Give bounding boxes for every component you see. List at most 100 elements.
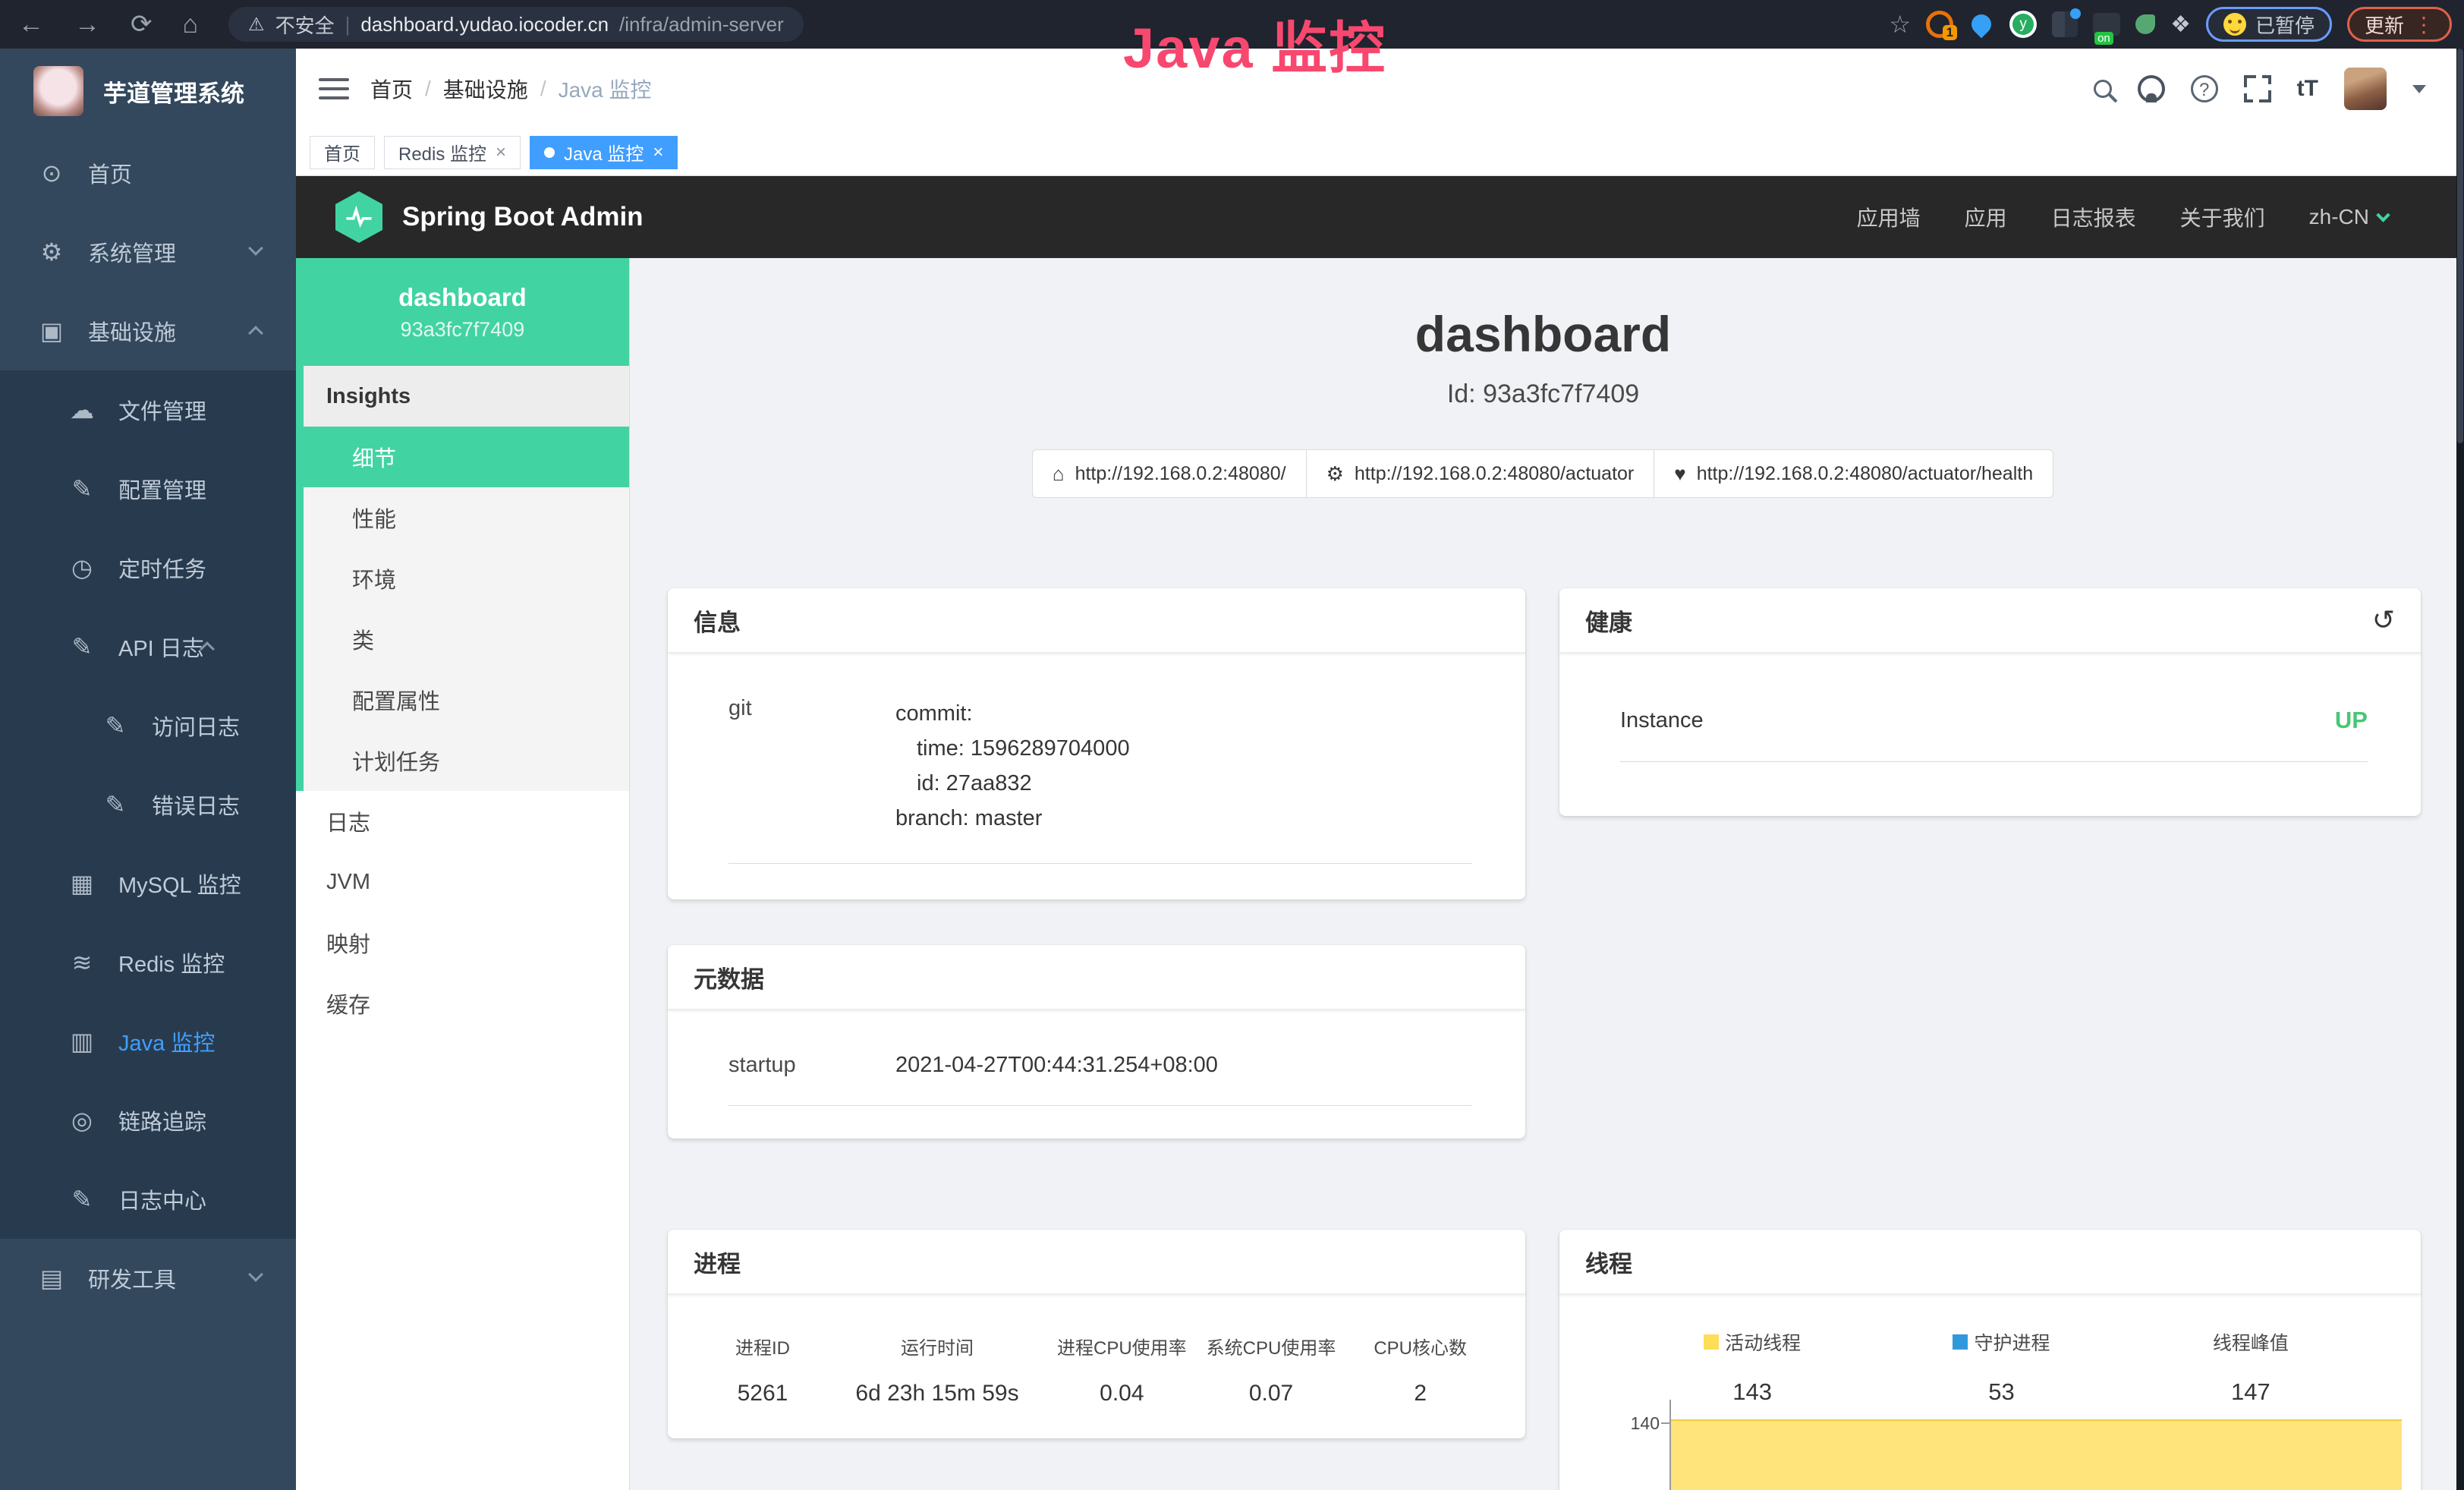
sidebar-item-java-monitor[interactable]: ▥ Java 监控: [0, 1002, 296, 1081]
sba-menu-environment[interactable]: 环境: [304, 548, 629, 609]
threads-area-chart: 140 120 100: [1559, 1400, 2402, 1490]
app-title: 芋道管理系统: [103, 74, 244, 109]
wrench-icon: ⚙: [1326, 462, 1344, 486]
health-url-button[interactable]: ♥ http://192.168.0.2:48080/actuator/heal…: [1654, 449, 2053, 498]
sba-menu-logs[interactable]: 日志: [296, 791, 629, 852]
sidebar-item-redis-monitor[interactable]: ≋ Redis 监控: [0, 923, 296, 1002]
font-size-icon[interactable]: tT: [2297, 76, 2318, 102]
ext-badge: 1: [1943, 25, 1957, 40]
sidebar-item-error-logs[interactable]: ✎ 错误日志: [0, 765, 296, 844]
profile-paused-chip[interactable]: 已暂停: [2206, 7, 2332, 42]
info-row-value: commit: time: 1596289704000 id: 27aa832 …: [895, 696, 1130, 836]
header-actions: ? tT: [2094, 68, 2456, 110]
monitor-icon: ▣: [35, 317, 68, 345]
process-table: 进程ID 5261 运行时间 6d 23h 15m 59s 进程CPU使用率 0…: [698, 1333, 1495, 1407]
chrome-update-button[interactable]: 更新 ⋮: [2347, 7, 2452, 42]
bookmark-star-icon[interactable]: ☆: [1889, 10, 1911, 39]
cloud-upload-icon: ☁: [65, 395, 99, 424]
briefcase-icon: ▤: [35, 1264, 68, 1293]
back-icon[interactable]: ←: [18, 0, 44, 49]
search-icon[interactable]: [2094, 80, 2112, 98]
ext-pin-icon[interactable]: [1968, 11, 1996, 39]
table-icon: ▦: [65, 869, 99, 898]
ext-orange-icon[interactable]: 1: [1926, 11, 1953, 38]
sba-menu-mappings[interactable]: 映射: [296, 912, 629, 973]
breadcrumb-home[interactable]: 首页: [370, 74, 413, 104]
instance-name: dashboard: [398, 283, 527, 312]
layers-icon: ≋: [65, 948, 99, 977]
reload-icon[interactable]: ⟳: [131, 0, 153, 49]
chevron-down-icon: [248, 241, 263, 256]
instance-url-button[interactable]: ⌂ http://192.168.0.2:48080/: [1032, 449, 1307, 498]
tab-java-monitor[interactable]: Java 监控 ×: [530, 136, 678, 169]
sba-nav-applications[interactable]: 应用: [1965, 202, 2007, 232]
app-logo-image: [33, 66, 83, 116]
home-icon[interactable]: ⌂: [183, 0, 199, 49]
github-icon[interactable]: [2138, 75, 2165, 102]
sba-nav-wallboard[interactable]: 应用墙: [1857, 202, 1921, 232]
sidebar-collapse-icon[interactable]: [319, 72, 349, 106]
breadcrumb-infra[interactable]: 基础设施: [443, 74, 528, 104]
sba-menu-config-props[interactable]: 配置属性: [304, 669, 629, 730]
fullscreen-icon[interactable]: [2244, 75, 2271, 102]
tab-redis-monitor[interactable]: Redis 监控 ×: [384, 136, 521, 169]
sidebar-item-access-logs[interactable]: ✎ 访问日志: [0, 686, 296, 765]
sba-menu-metrics[interactable]: 性能: [304, 487, 629, 548]
ext-grid-icon[interactable]: [2052, 11, 2078, 37]
sba-menu-caches[interactable]: 缓存: [296, 973, 629, 1034]
instance-header[interactable]: dashboard 93a3fc7f7409: [296, 258, 629, 366]
sba-menu-scheduled[interactable]: 计划任务: [304, 730, 629, 791]
sba-menu-details[interactable]: 细节: [304, 427, 629, 487]
browser-menu-icon[interactable]: ⋮: [2413, 12, 2434, 37]
app-logo-row[interactable]: 芋道管理系统: [0, 49, 296, 134]
actuator-url-button[interactable]: ⚙ http://192.168.0.2:48080/actuator: [1306, 449, 1655, 498]
avatar[interactable]: [2344, 68, 2387, 110]
close-icon[interactable]: ×: [653, 142, 663, 163]
security-label[interactable]: 不安全: [275, 11, 335, 39]
sidebar-item-system[interactable]: ⚙ 系统管理: [0, 213, 296, 291]
history-icon[interactable]: ↺: [2372, 604, 2395, 636]
log-edit-icon: ✎: [65, 632, 99, 661]
sidebar-item-infrastructure[interactable]: ▣ 基础设施: [0, 291, 296, 370]
home-icon: ⌂: [1053, 462, 1065, 486]
browser-scrollbar[interactable]: [2456, 49, 2464, 1490]
address-bar[interactable]: ⚠ 不安全 | dashboard.yudao.iocoder.cn/infra…: [228, 7, 804, 42]
ext-leaf-icon[interactable]: [2135, 14, 2155, 34]
chevron-up-icon: [248, 326, 263, 341]
not-secure-icon: ⚠: [248, 14, 265, 36]
sidebar-item-dev-tools[interactable]: ▤ 研发工具: [0, 1239, 296, 1318]
breadcrumb-current: Java 监控: [559, 74, 652, 104]
sidebar-item-home[interactable]: ⊙ 首页: [0, 134, 296, 213]
sba-brand[interactable]: Spring Boot Admin: [402, 202, 644, 232]
sba-main-content: dashboard Id: 93a3fc7f7409 ⌂ http://192.…: [630, 258, 2456, 1490]
locale-select[interactable]: zh-CN: [2309, 205, 2388, 229]
scrollbar-thumb[interactable]: [2457, 49, 2463, 443]
breadcrumb: 首页 / 基础设施 / Java 监控: [370, 74, 652, 104]
sidebar-item-scheduled-tasks[interactable]: ◷ 定时任务: [0, 528, 296, 607]
avatar-caret-icon[interactable]: [2412, 85, 2426, 93]
health-card-title: 健康: [1585, 603, 1632, 638]
timer-icon: ◷: [65, 553, 99, 582]
sba-nav-journal[interactable]: 日志报表: [2051, 202, 2136, 232]
sidebar-item-tracing[interactable]: ◎ 链路追踪: [0, 1081, 296, 1160]
sba-menu-jvm[interactable]: JVM: [296, 852, 629, 912]
sidebar-item-mysql-monitor[interactable]: ▦ MySQL 监控: [0, 844, 296, 923]
ext-on-icon[interactable]: on: [2093, 13, 2120, 36]
sba-nav-about[interactable]: 关于我们: [2180, 202, 2265, 232]
sidebar-item-config-manage[interactable]: ✎ 配置管理: [0, 449, 296, 528]
sba-menu-classes[interactable]: 类: [304, 609, 629, 669]
info-row-label: git: [729, 696, 895, 836]
sidebar-item-file-manage[interactable]: ☁ 文件管理: [0, 370, 296, 449]
extensions-puzzle-icon[interactable]: ❖: [2170, 11, 2191, 38]
help-icon[interactable]: ?: [2191, 75, 2218, 102]
health-instance-row: Instance UP: [1620, 707, 2368, 762]
legend-label-live: 活动线程: [1725, 1328, 1801, 1356]
close-icon[interactable]: ×: [496, 142, 506, 163]
sidebar-item-api-logs[interactable]: ✎ API 日志: [0, 607, 296, 686]
sidebar-item-log-center[interactable]: ✎ 日志中心: [0, 1160, 296, 1239]
process-col-value: 0.04: [1047, 1381, 1197, 1407]
edit-icon: ✎: [65, 474, 99, 503]
ext-y-icon[interactable]: y: [2009, 11, 2037, 38]
tab-home[interactable]: 首页: [310, 136, 375, 169]
forward-icon[interactable]: →: [74, 0, 100, 49]
